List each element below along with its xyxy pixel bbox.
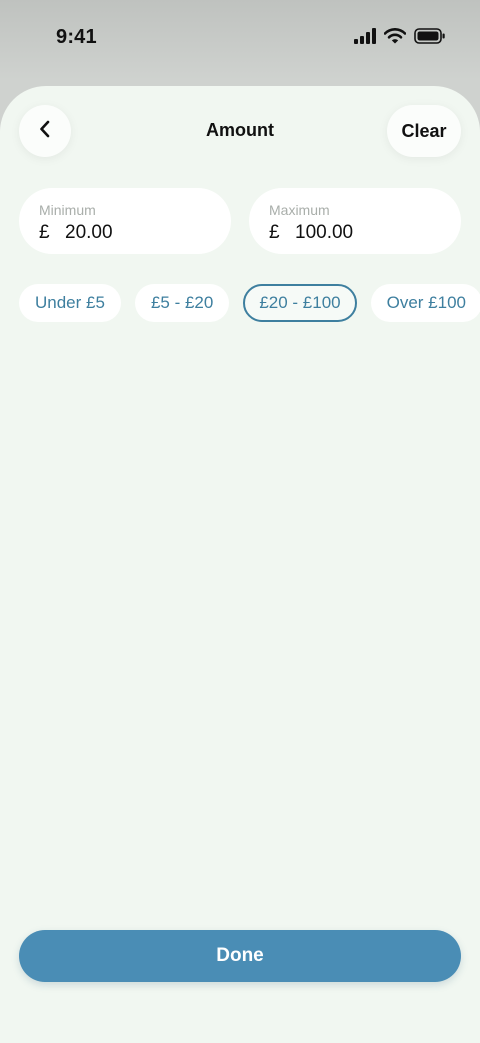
minimum-row: £	[39, 222, 231, 244]
clear-button[interactable]: Clear	[387, 105, 461, 157]
range-chips: Under £5 £5 - £20 £20 - £100 Over £100	[19, 284, 480, 322]
battery-icon	[414, 28, 446, 44]
wifi-icon	[384, 28, 406, 44]
amount-filter-sheet: Amount Clear Minimum £ Maximum £ Under £…	[0, 86, 480, 1043]
maximum-amount-field[interactable]: Maximum £	[249, 188, 461, 254]
chip-over-100[interactable]: Over £100	[370, 284, 480, 322]
chip-5-to-20[interactable]: £5 - £20	[134, 284, 230, 322]
currency-symbol: £	[39, 222, 50, 243]
chip-under-5[interactable]: Under £5	[19, 284, 121, 322]
minimum-amount-field[interactable]: Minimum £	[19, 188, 231, 254]
minimum-input[interactable]	[65, 222, 215, 244]
maximum-input[interactable]	[295, 222, 445, 244]
chip-20-to-100[interactable]: £20 - £100	[243, 284, 357, 322]
done-button[interactable]: Done	[19, 930, 461, 982]
currency-symbol: £	[269, 222, 280, 243]
maximum-row: £	[269, 222, 461, 244]
status-bar: 9:41	[0, 0, 480, 80]
signal-icon	[354, 28, 376, 44]
minimum-label: Minimum	[39, 202, 96, 218]
maximum-label: Maximum	[269, 202, 330, 218]
status-time: 9:41	[56, 26, 97, 48]
status-icons	[354, 28, 446, 44]
